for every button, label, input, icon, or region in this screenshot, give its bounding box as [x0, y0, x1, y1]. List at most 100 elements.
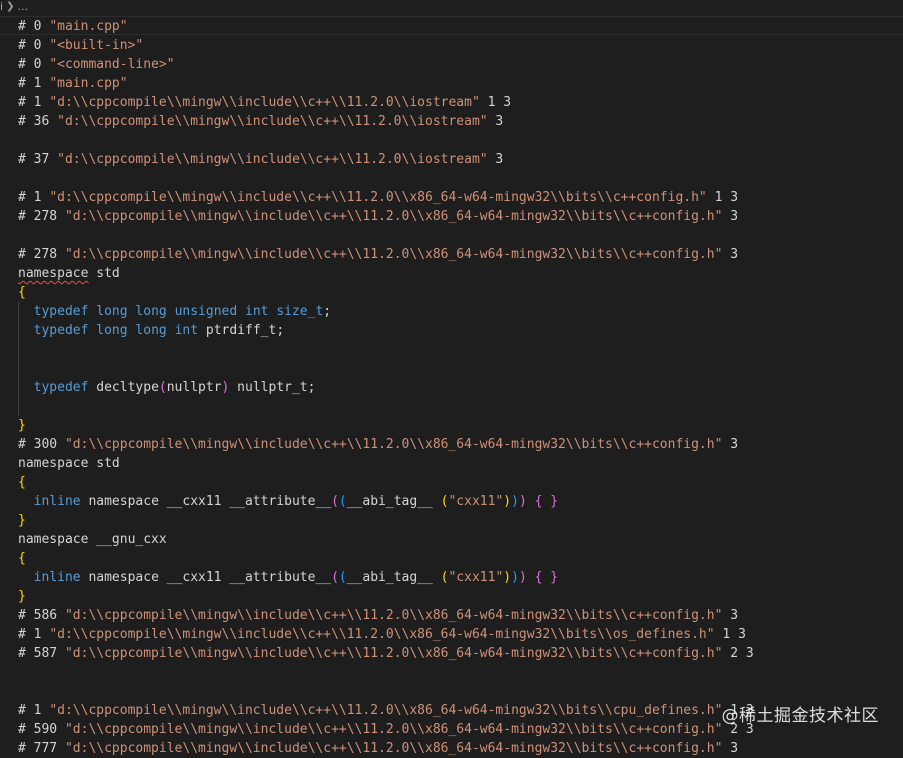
indent-guide	[18, 359, 19, 378]
code-line[interactable]	[18, 397, 903, 416]
code-token: # 278	[18, 209, 65, 224]
code-line[interactable]: namespace std	[18, 264, 903, 283]
code-token: typedef	[33, 380, 89, 395]
code-token: (	[158, 380, 167, 395]
code-token: namespace std	[18, 456, 120, 471]
code-token: int	[245, 304, 269, 319]
code-token: # 1	[18, 627, 50, 642]
code-line[interactable]: inline namespace __cxx11 __attribute__((…	[18, 492, 903, 511]
code-editor[interactable]: # 0 "main.cpp" # 0 "<built-in>" # 0 "<comm…	[18, 17, 903, 758]
code-line[interactable]: # 36 "d:\\cppcompile\\mingw\\include\\c+…	[18, 112, 903, 131]
code-line[interactable]: # 278 "d:\\cppcompile\\mingw\\include\\c…	[18, 245, 903, 264]
code-token: # 278	[18, 247, 65, 262]
code-line[interactable]: typedef long long unsigned int size_t;	[18, 302, 903, 321]
watermark: @稀土掘金技术社区	[721, 706, 879, 726]
code-line[interactable]: }	[18, 416, 903, 435]
code-line[interactable]: }	[18, 587, 903, 606]
code-token: 3	[487, 152, 504, 167]
code-token: nullptr_t;	[229, 380, 316, 395]
code-token: size_t	[276, 304, 324, 319]
code-token: # 587	[18, 646, 65, 661]
code-line[interactable]: # 0 "<command-line>"	[18, 55, 903, 74]
code-token: {	[18, 475, 26, 490]
code-line[interactable]	[18, 682, 903, 701]
indent-guide	[18, 397, 19, 416]
code-line[interactable]: namespace __gnu_cxx	[18, 530, 903, 549]
indent-guide	[18, 378, 19, 397]
code-token: { }	[534, 570, 559, 585]
code-line[interactable]: # 1 "d:\\cppcompile\\mingw\\include\\c++…	[18, 625, 903, 644]
code-token: 3	[722, 247, 739, 262]
code-token: typedef	[33, 304, 89, 319]
code-line[interactable]: # 37 "d:\\cppcompile\\mingw\\include\\c+…	[18, 150, 903, 169]
code-line[interactable]	[18, 359, 903, 378]
code-line[interactable]: typedef long long int ptrdiff_t;	[18, 321, 903, 340]
code-token: # 300	[18, 437, 65, 452]
code-token: (	[331, 570, 339, 585]
code-token: "<command-line>"	[49, 57, 175, 72]
code-token: "d:\\cppcompile\\mingw\\include\\c++\\11…	[49, 190, 707, 205]
code-token: decltype	[88, 380, 159, 395]
code-line[interactable]: # 0 "main.cpp"	[18, 17, 903, 36]
code-token: "d:\\cppcompile\\mingw\\include\\c++\\11…	[64, 247, 723, 262]
code-token: # 37	[18, 152, 58, 167]
code-token: )	[503, 570, 512, 585]
code-token: long	[96, 323, 128, 338]
code-line[interactable]: # 587 "d:\\cppcompile\\mingw\\include\\c…	[18, 644, 903, 663]
breadcrumb-ellipsis[interactable]: ...	[17, 1, 28, 13]
code-token: # 0	[18, 38, 50, 53]
code-token: { }	[534, 494, 559, 509]
chevron-right-icon: ❯	[6, 1, 15, 12]
code-token: nullptr	[166, 380, 222, 395]
code-token: 1 3	[714, 627, 746, 642]
indent-guide	[18, 302, 19, 321]
code-line[interactable]	[18, 169, 903, 188]
code-line[interactable]: }	[18, 511, 903, 530]
code-token: long	[135, 304, 167, 319]
code-line[interactable]	[18, 131, 903, 150]
code-token: long	[135, 323, 167, 338]
code-token: "cxx11"	[448, 570, 504, 585]
code-token: "d:\\cppcompile\\mingw\\include\\c++\\11…	[64, 209, 723, 224]
indent-guide	[18, 340, 19, 359]
code-line[interactable]: {	[18, 549, 903, 568]
code-line[interactable]: # 1 "main.cpp"	[18, 74, 903, 93]
code-line[interactable]: typedef decltype(nullptr) nullptr_t;	[18, 378, 903, 397]
code-line[interactable]	[18, 663, 903, 682]
code-token: typedef	[33, 323, 89, 338]
code-line[interactable]: {	[18, 473, 903, 492]
code-line[interactable]: # 586 "d:\\cppcompile\\mingw\\include\\c…	[18, 606, 903, 625]
code-line[interactable]: # 1 "d:\\cppcompile\\mingw\\include\\c++…	[18, 93, 903, 112]
code-line[interactable]: # 0 "<built-in>"	[18, 36, 903, 55]
code-line[interactable]: inline namespace __cxx11 __attribute__((…	[18, 568, 903, 587]
code-line[interactable]	[18, 340, 903, 359]
breadcrumb[interactable]: i ❯ ...	[0, 0, 903, 14]
code-token: "d:\\cppcompile\\mingw\\include\\c++\\11…	[64, 608, 723, 623]
code-token: namespace __cxx11 __attribute__	[80, 570, 332, 585]
code-token: "d:\\cppcompile\\mingw\\include\\c++\\11…	[57, 114, 488, 129]
code-line[interactable]	[18, 226, 903, 245]
code-token: }	[18, 513, 26, 528]
code-token: namespace __gnu_cxx	[18, 532, 167, 547]
breadcrumb-file[interactable]: i	[0, 1, 3, 13]
code-token: std	[88, 266, 120, 281]
code-token: inline	[33, 494, 81, 509]
code-token: "<built-in>"	[49, 38, 144, 53]
code-token: long	[96, 304, 128, 319]
code-line[interactable]: {	[18, 283, 903, 302]
code-line[interactable]: namespace std	[18, 454, 903, 473]
code-token: "main.cpp"	[49, 76, 128, 91]
code-token: )	[511, 570, 519, 585]
code-token: namespace	[18, 266, 89, 281]
code-line[interactable]: # 278 "d:\\cppcompile\\mingw\\include\\c…	[18, 207, 903, 226]
code-line[interactable]: # 1 "d:\\cppcompile\\mingw\\include\\c++…	[18, 188, 903, 207]
code-line[interactable]: # 300 "d:\\cppcompile\\mingw\\include\\c…	[18, 435, 903, 454]
